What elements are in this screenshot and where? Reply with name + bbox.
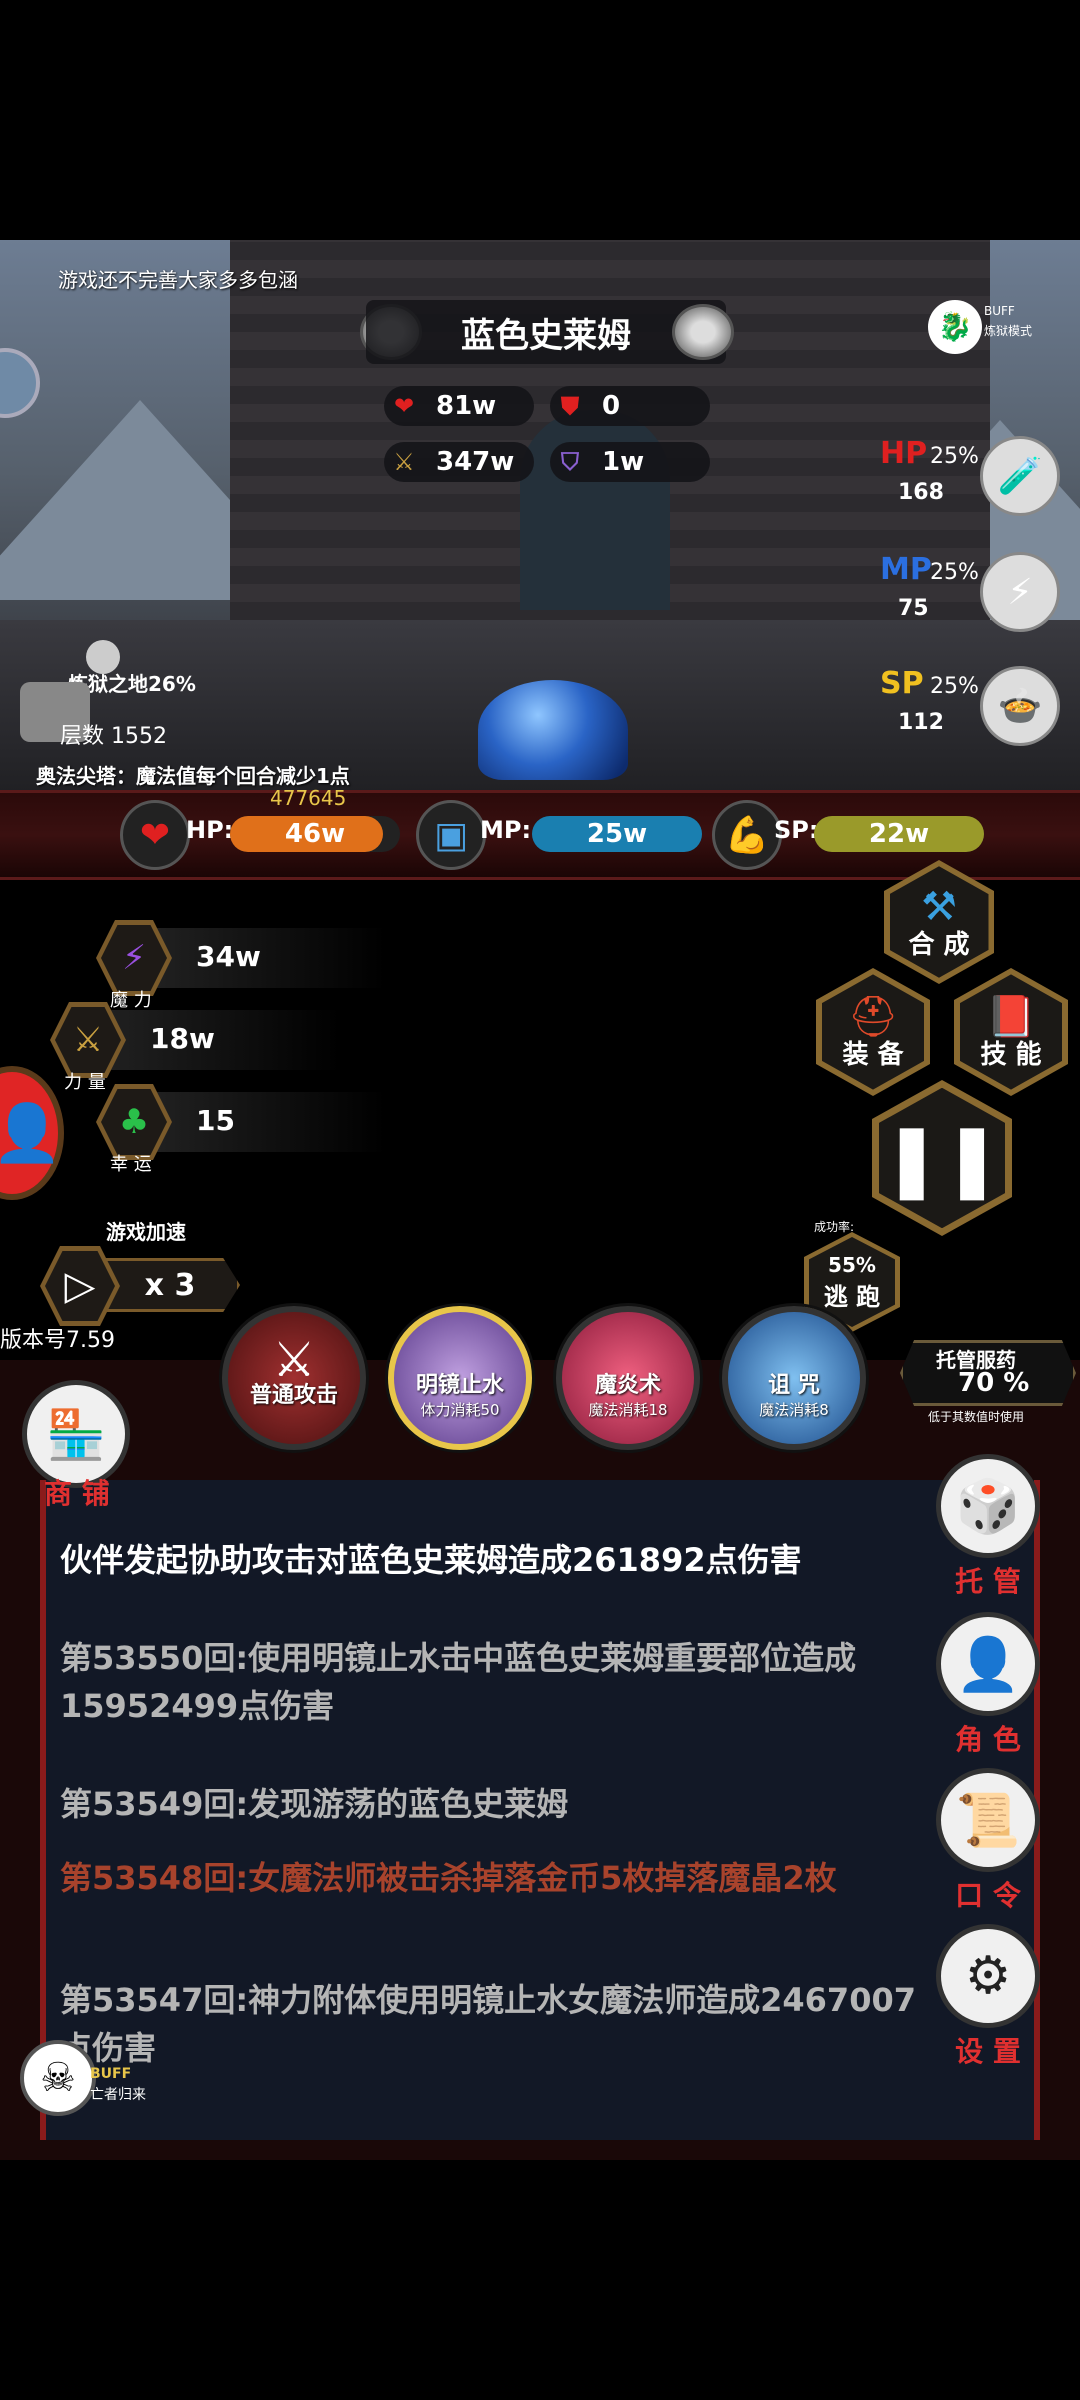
sword-icon: ⚔ (55, 1007, 121, 1073)
pause-icon: ❚❚ (881, 1115, 1003, 1200)
auto-medicine[interactable]: 托管服药 70 % 低于其数值时使用 (900, 1340, 1076, 1424)
skull-ornament-icon (672, 304, 734, 360)
shield-icon: ⛊ (561, 392, 579, 420)
player-avatar-button[interactable]: 👤 (0, 1066, 64, 1200)
skill-button[interactable]: 📕 技 能 (954, 968, 1068, 1096)
boss-defense-stat: ⛊ 0 (550, 386, 710, 426)
heart-icon: ❤ (120, 800, 190, 870)
mp-bar: ▣ MP: 25w (416, 800, 706, 870)
hp-bar-track: 46w (230, 816, 400, 852)
log-entry: 第53547回:神力附体使用明镜止水女魔法师造成2467007点伤害 (60, 1981, 916, 2067)
log-entry: 第53548回:女魔法师被击杀掉落金币5枚掉落魔晶2枚 (60, 1859, 837, 1897)
food-icon: 🍲 (980, 666, 1060, 746)
hooded-figure-icon: 👤 (936, 1612, 1040, 1716)
book-icon: 📕 (986, 994, 1036, 1040)
scroll-icon: 📜 (936, 1768, 1040, 1872)
pause-button[interactable]: ❚❚ (872, 1080, 1012, 1236)
tower-message: 奥法尖塔：魔法值每个回合减少1点 (36, 764, 350, 788)
magic-icon: ⚡ (101, 925, 167, 991)
lightning-potion-icon: ⚡ (980, 552, 1060, 632)
top-buff[interactable]: 🐉 BUFF 炼狱模式 (928, 300, 1038, 360)
mp-bar-track: 25w (532, 816, 702, 852)
sword-icon: ⚔ (272, 1332, 316, 1388)
skill-curse[interactable]: 诅 咒 魔法消耗8 (722, 1306, 866, 1450)
skill-normal-attack[interactable]: ⚔ 普通攻击 (222, 1306, 366, 1450)
version-label: 版本号7.59 (0, 1328, 115, 1353)
skill-demon-flame[interactable]: 魔炎术 魔法消耗18 (556, 1306, 700, 1450)
play-icon: ▷ (45, 1251, 115, 1321)
attr-luck: ♣ 幸 运 15 (96, 1084, 396, 1175)
skull-icon: ☠ (20, 2040, 96, 2116)
bottom-border (0, 2140, 1080, 2160)
sp-bar-track: 22w (814, 816, 984, 852)
boss-magic-defense-stat: ⛉ 1w (550, 442, 710, 482)
bottom-buff[interactable]: ☠ BUFF 亡者归来 (20, 2040, 170, 2120)
role-button[interactable]: 👤 角 色 (936, 1612, 1048, 1762)
heart-icon: ❤ (393, 392, 415, 420)
auto-button[interactable]: 🎲 托 管 (936, 1454, 1048, 1604)
gear-icon: ⚙ (936, 1924, 1040, 2028)
attr-strength: ⚔ 力 量 18w (50, 1002, 350, 1093)
speed-multiplier[interactable]: x 3 (100, 1258, 240, 1312)
hp-potion[interactable]: HP 25% 168 🧪 (830, 436, 1060, 526)
sword-icon: ⚔ (393, 448, 415, 476)
magic-shield-icon: ⛉ (561, 448, 579, 476)
settings-button[interactable]: ⚙ 设 置 (936, 1924, 1048, 2074)
attr-magic: ⚡ 魔 力 34w (96, 920, 396, 1011)
blue-slime-monster (478, 680, 628, 780)
boss-hp-stat: ❤ 81w (384, 386, 534, 426)
code-button[interactable]: 📜 口 令 (936, 1768, 1048, 1918)
notice-text: 游戏还不完善大家多多包涵 (58, 268, 298, 292)
hp-bar: ❤ HP: 46w (120, 800, 410, 870)
equip-button[interactable]: ⛑ 装 备 (816, 968, 930, 1096)
clover-icon: ♣ (101, 1089, 167, 1155)
dice-icon: 🎲 (936, 1454, 1040, 1558)
mp-potion[interactable]: MP 25% 75 ⚡ (830, 552, 1060, 642)
shop-button[interactable]: 🏪 商 铺 (22, 1380, 142, 1510)
helmet-icon: ⛑ (847, 994, 899, 1040)
muscle-icon: 💪 (712, 800, 782, 870)
person-icon: 👤 (0, 1101, 62, 1166)
escape-button[interactable]: 成功率: 55% 逃 跑 (800, 1218, 904, 1332)
heart-potion-icon: 🧪 (980, 436, 1060, 516)
log-entry: 伙伴发起协助攻击对蓝色史莱姆造成261892点伤害 (60, 1541, 802, 1579)
boss-attack-stat: ⚔ 347w (384, 442, 534, 482)
dragon-icon: 🐉 (928, 300, 982, 354)
log-entry: 第53550回:使用明镜止水击中蓝色史莱姆重要部位造成15952499点伤害 (60, 1639, 857, 1725)
log-entry: 第53549回:发现游荡的蓝色史莱姆 (60, 1785, 569, 1823)
skill-mirror-water[interactable]: 明镜止水 体力消耗50 (388, 1306, 532, 1450)
sp-bar: 💪 SP: 22w (712, 800, 1002, 870)
sp-potion[interactable]: SP 25% 112 🍲 (830, 666, 1060, 756)
mp-icon: ▣ (416, 800, 486, 870)
